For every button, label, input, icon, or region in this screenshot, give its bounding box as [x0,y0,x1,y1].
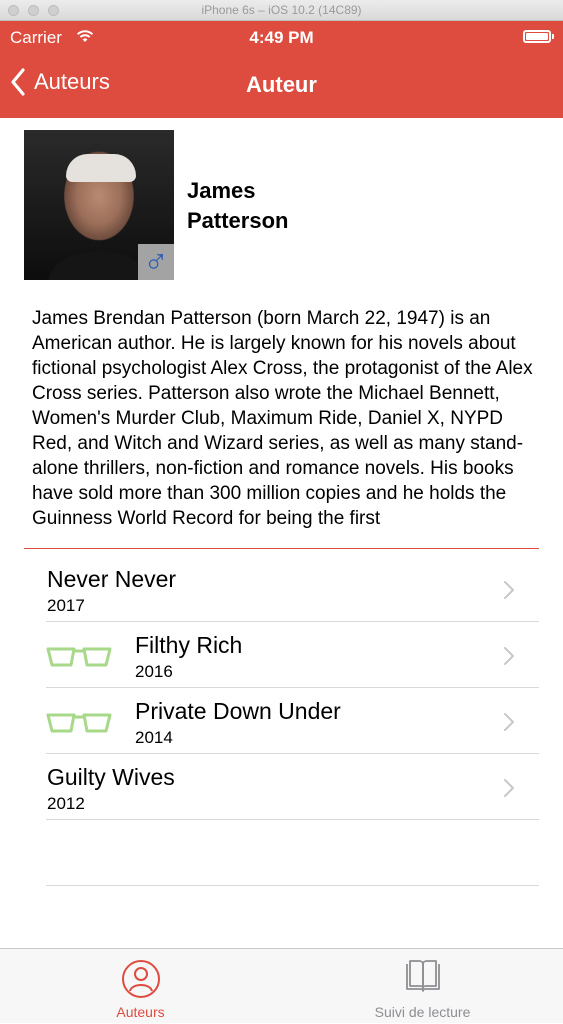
chevron-right-icon [504,647,514,665]
tab-auteurs-label: Auteurs [116,1004,165,1020]
page-title: Auteur [246,72,317,97]
reading-glasses-icon [46,713,112,733]
book-icon [405,960,440,992]
window-title: iPhone 6s – iOS 10.2 (14C89) [201,3,362,17]
gender-male-icon: ♂ [138,244,174,280]
book-title: Never Never [47,566,177,592]
book-row[interactable]: Filthy Rich 2016 [46,622,539,688]
book-row[interactable]: Never Never 2017 [46,556,539,622]
book-year: 2012 [47,794,85,813]
battery-icon [523,30,554,43]
book-title: Filthy Rich [135,632,243,658]
chevron-right-icon [504,713,514,731]
status-bar: Carrier 4:49 PM [0,21,563,56]
chevron-right-icon [504,581,514,599]
biography-divider [24,548,539,549]
book-title: Private Down Under [135,698,341,724]
simulator-titlebar: iPhone 6s – iOS 10.2 (14C89) [0,0,563,21]
tab-auteurs[interactable]: Auteurs [0,949,281,1024]
author-name: James Patterson [187,178,289,233]
book-list: Never Never 2017 Filthy Rich 2016 Private Do… [46,556,539,820]
tab-suivi-de-lecture[interactable]: Suivi de lecture [282,949,563,1024]
book-year: 2016 [135,662,173,681]
status-time: 4:49 PM [249,28,314,47]
reading-glasses-icon [46,647,112,667]
author-biography[interactable]: James Brendan Patterson (born March 22, … [32,306,537,543]
book-title: Guilty Wives [47,764,175,790]
person-icon [121,960,160,998]
book-year: 2014 [135,728,173,747]
tab-suivi-de-lecture-label: Suivi de lecture [374,1004,471,1020]
tab-bar: Auteurs Suivi de lecture [0,948,563,1023]
book-row[interactable]: Private Down Under 2014 [46,688,539,754]
book-year: 2017 [47,596,85,615]
chevron-right-icon [504,779,514,797]
list-separator [46,885,539,886]
book-row[interactable]: Guilty Wives 2012 [46,754,539,820]
navigation-bar: Auteurs Auteur [0,56,563,118]
